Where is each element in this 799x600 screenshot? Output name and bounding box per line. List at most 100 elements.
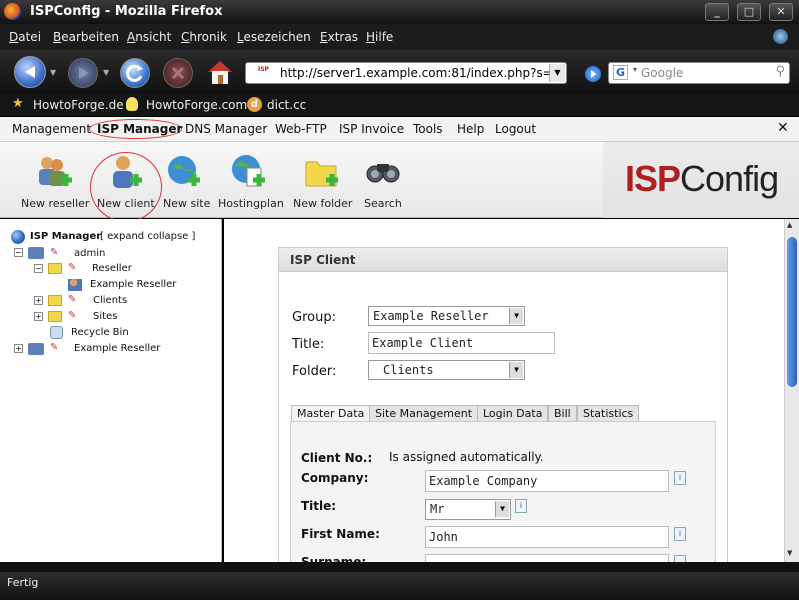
google-engine-icon[interactable]: G [613,65,629,80]
edit-pencil-icon[interactable]: ✎ [68,262,76,273]
company-input[interactable]: Example Company [425,470,669,492]
scroll-up-icon[interactable]: ▲ [787,221,797,231]
tab-login-data[interactable]: Login Data [477,405,549,422]
menu-management[interactable]: Management [12,122,91,136]
tree-node-clients[interactable]: Clients [93,295,127,306]
tree-toggle-example-reseller[interactable]: + [14,344,23,353]
folder-icon [48,311,62,322]
hostingplan-label: Hostingplan [218,197,284,210]
maximize-button[interactable]: □ [737,3,761,21]
stop-button[interactable] [163,58,193,88]
tree-toggle-clients[interactable]: + [34,296,43,305]
close-app-icon[interactable]: ✕ [777,120,789,136]
menu-isp-manager[interactable]: ISP Manager [97,122,182,136]
status-text: Fertig [7,576,39,589]
forward-button[interactable] [68,58,98,88]
tab-statistics[interactable]: Statistics [577,405,640,422]
engine-dropdown-icon[interactable]: ▾ [633,65,637,74]
menu-tools[interactable]: Tools [413,122,443,136]
first-name-input[interactable]: John [425,526,669,548]
tree-expand-collapse[interactable]: [ expand collapse ] [100,231,195,242]
info-icon[interactable]: i [515,499,527,513]
back-history-dropdown-icon[interactable]: ▼ [50,68,56,77]
chevron-down-icon: ▼ [495,501,509,517]
first-name-label: First Name: [301,527,380,541]
new-client-button[interactable]: New client [95,142,157,218]
folder-select[interactable]: Clients ▼ [368,360,525,380]
reload-button[interactable] [120,58,150,88]
forward-history-dropdown-icon[interactable]: ▼ [103,68,109,77]
bookmark-howtoforge-de[interactable]: HowtoForge.de [33,98,124,112]
new-folder-icon [305,161,338,187]
info-icon[interactable]: i [674,471,686,485]
new-reseller-button[interactable]: New reseller [14,142,96,218]
folder-select-value: Clients [383,363,434,377]
new-reseller-icon [39,157,72,186]
tree-root[interactable]: ISP Manager [30,231,101,242]
tree-node-recycle-bin[interactable]: Recycle Bin [71,327,129,338]
edit-pencil-icon[interactable]: ✎ [50,247,58,258]
go-button[interactable] [585,66,601,82]
bookmarks-toolbar: ★ HowtoForge.de HowtoForge.com d dict.cc [0,94,799,116]
bookmark-howtoforge-com[interactable]: HowtoForge.com [146,98,247,112]
group-select-value: Example Reseller [373,309,489,323]
magnifier-icon[interactable]: ⚲ [775,64,785,79]
new-site-button[interactable]: New site [160,142,212,218]
new-site-icon [168,156,200,186]
tab-master-data[interactable]: Master Data [291,405,371,422]
scroll-down-icon[interactable]: ▼ [787,549,797,559]
menu-web-ftp[interactable]: Web-FTP [275,122,327,136]
info-icon[interactable] [674,555,686,562]
tree-node-example-reseller-child[interactable]: Example Reseller [90,279,176,290]
tree-toggle-admin[interactable]: − [14,248,23,257]
menu-hilfe[interactable]: Hilfe [366,30,393,44]
tree-node-example-reseller[interactable]: Example Reseller [74,343,160,354]
url-bar[interactable]: ISP http://server1.example.com:81/index.… [245,62,567,84]
edit-pencil-icon[interactable]: ✎ [68,310,76,321]
tab-site-management[interactable]: Site Management [369,405,479,422]
menu-isp-invoice[interactable]: ISP Invoice [339,122,404,136]
hostingplan-button[interactable]: Hostingplan [215,142,287,218]
tab-bill[interactable]: Bill [548,405,577,422]
menu-bearbeiten[interactable]: Bearbeiten [53,30,119,44]
group-select[interactable]: Example Reseller ▼ [368,306,525,326]
info-icon[interactable]: i [674,527,686,541]
home-button[interactable] [205,57,235,87]
new-reseller-label: New reseller [21,197,90,210]
url-history-dropdown-icon[interactable]: ▼ [549,64,565,82]
search-button[interactable]: Search [358,142,408,218]
user-icon [68,279,82,291]
bookmark-dict-cc[interactable]: dict.cc [267,98,306,112]
minimize-button[interactable]: _ [705,3,729,21]
logo-isp: ISP [625,158,681,199]
tree-node-sites[interactable]: Sites [93,311,117,322]
person-title-select[interactable]: Mr ▼ [425,499,511,520]
menu-dns-manager[interactable]: DNS Manager [185,122,267,136]
scrollbar-thumb[interactable] [787,237,797,387]
vertical-scrollbar[interactable]: ▲ ▼ [784,219,799,562]
edit-pencil-icon[interactable]: ✎ [68,294,76,305]
menu-help[interactable]: Help [457,122,484,136]
tree-node-reseller[interactable]: Reseller [92,263,132,274]
menu-extras[interactable]: Extras [320,30,358,44]
edit-pencil-icon[interactable]: ✎ [50,342,58,353]
menu-logout[interactable]: Logout [495,122,536,136]
new-folder-button[interactable]: New folder [290,142,354,218]
tree-toggle-reseller[interactable]: − [34,264,43,273]
surname-input[interactable] [425,554,669,562]
window-title: ISPConfig - Mozilla Firefox [30,4,223,19]
site-favicon-icon: ISP [258,66,269,73]
tree-node-admin[interactable]: admin [74,248,105,259]
search-bar[interactable]: G ▾ Google ⚲ [608,62,790,84]
tree-toggle-sites[interactable]: + [34,312,43,321]
status-bar: Fertig [0,572,799,600]
server-icon [28,247,44,259]
menu-chronik[interactable]: Chronik [181,30,227,44]
back-button[interactable] [14,56,46,88]
menu-datei[interactable]: Datei [9,30,41,44]
person-title-value: Mr [430,502,445,516]
title-input[interactable]: Example Client [368,332,555,354]
menu-lesezeichen[interactable]: Lesezeichen [237,30,311,44]
close-window-button[interactable]: ✕ [769,3,793,21]
menu-ansicht[interactable]: Ansicht [127,30,171,44]
